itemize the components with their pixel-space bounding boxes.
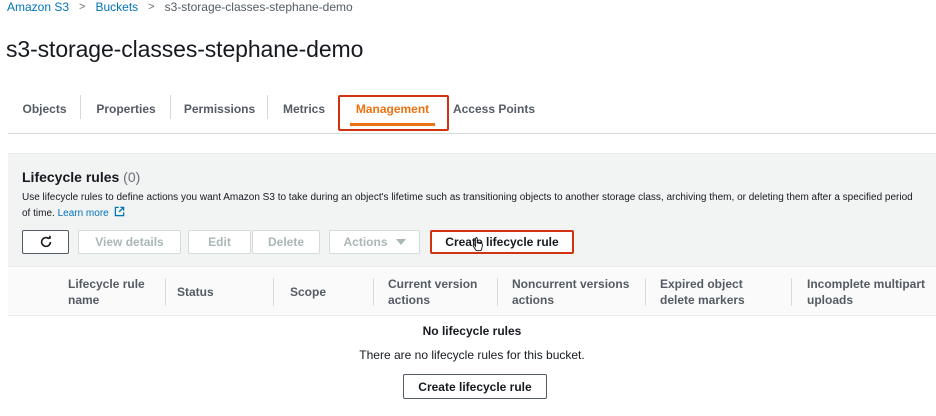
tab-properties-label: Properties <box>96 102 156 116</box>
column-header-rule-name[interactable]: Lifecycle rule name <box>68 276 145 308</box>
breadcrumb-amazon-s3[interactable]: Amazon S3 <box>7 0 69 14</box>
tab-bar: Objects Properties Permissions Metrics M… <box>8 90 936 134</box>
chevron-right-icon: > <box>148 1 155 13</box>
column-divider <box>497 278 498 306</box>
column-divider <box>165 278 166 306</box>
lifecycle-rules-table-header: Lifecycle rule name Status Scope Current … <box>8 266 936 316</box>
tab-metrics[interactable]: Metrics <box>268 90 340 124</box>
breadcrumb-current: s3-storage-classes-stephane-demo <box>164 0 353 14</box>
chevron-right-icon: > <box>79 1 86 13</box>
column-line: name <box>68 293 100 307</box>
edit-label: Edit <box>208 235 231 249</box>
column-header-scope[interactable]: Scope <box>290 284 326 300</box>
lifecycle-rules-description: Use lifecycle rules to define actions yo… <box>22 190 917 222</box>
tab-permissions[interactable]: Permissions <box>171 90 268 124</box>
breadcrumb-buckets[interactable]: Buckets <box>95 0 138 14</box>
page-title: s3-storage-classes-stephane-demo <box>6 36 364 62</box>
column-header-noncurrent-versions-actions[interactable]: Noncurrent versions actions <box>512 276 629 308</box>
column-divider <box>791 278 792 306</box>
column-divider <box>373 278 374 306</box>
column-line: uploads <box>807 293 854 307</box>
delete-button[interactable]: Delete <box>252 230 320 254</box>
column-line: Incomplete multipart <box>807 277 926 291</box>
column-line: actions <box>388 293 431 307</box>
actions-dropdown[interactable]: Actions <box>329 230 420 254</box>
caret-down-icon <box>395 239 406 245</box>
description-text: Use lifecycle rules to define actions yo… <box>22 192 913 219</box>
tab-objects-label: Objects <box>22 102 67 116</box>
column-header-incomplete-multipart-uploads[interactable]: Incomplete multipart uploads <box>807 276 925 308</box>
column-header-expired-object-delete-markers[interactable]: Expired object delete markers <box>660 276 745 308</box>
tab-objects[interactable]: Objects <box>8 90 81 124</box>
tab-access-points-label: Access Points <box>452 102 536 116</box>
column-line: Current version <box>388 277 478 291</box>
lifecycle-rules-heading: Lifecycle rules <box>22 169 120 185</box>
create-lifecycle-rule-button[interactable]: Create lifecycle rule <box>430 230 574 254</box>
active-tab-indicator <box>350 123 435 126</box>
tab-metrics-label: Metrics <box>282 102 326 116</box>
column-divider <box>645 278 646 306</box>
refresh-button[interactable] <box>22 230 69 254</box>
breadcrumb: Amazon S3 > Buckets > s3-storage-classes… <box>7 0 353 14</box>
empty-create-lifecycle-rule-label: Create lifecycle rule <box>418 379 532 394</box>
external-link-icon <box>114 206 124 217</box>
delete-label: Delete <box>267 235 305 249</box>
column-line: Noncurrent versions <box>512 277 630 291</box>
empty-state-title: No lifecycle rules <box>422 324 522 338</box>
column-line: Lifecycle rule <box>68 277 145 291</box>
tab-access-points[interactable]: Access Points <box>445 90 543 124</box>
lifecycle-rules-title: Lifecycle rules (0) <box>22 169 140 185</box>
view-details-button[interactable]: View details <box>78 230 181 254</box>
empty-state: No lifecycle rules There are no lifecycl… <box>8 316 936 416</box>
column-line: delete markers <box>660 293 745 307</box>
column-header-current-version-actions[interactable]: Current version actions <box>388 276 477 308</box>
mouse-pointer-icon <box>472 237 483 252</box>
empty-state-description: There are no lifecycle rules for this bu… <box>359 348 585 362</box>
lifecycle-rules-count: (0) <box>123 169 141 185</box>
column-divider <box>273 278 274 306</box>
column-line: Scope <box>290 285 327 299</box>
learn-more-link[interactable]: Learn more <box>58 208 109 219</box>
column-line: actions <box>512 293 555 307</box>
tab-permissions-label: Permissions <box>183 102 256 116</box>
tab-management[interactable]: Management <box>340 90 445 126</box>
column-line: Status <box>177 285 214 299</box>
view-details-label: View details <box>95 235 164 249</box>
tab-management-label: Management <box>355 102 430 116</box>
column-header-status[interactable]: Status <box>177 284 214 300</box>
column-line: Expired object <box>660 277 743 291</box>
tab-properties[interactable]: Properties <box>81 90 171 124</box>
edit-button[interactable]: Edit <box>188 230 251 254</box>
empty-create-lifecycle-rule-button[interactable]: Create lifecycle rule <box>403 374 547 399</box>
create-lifecycle-rule-label: Create lifecycle rule <box>445 235 559 249</box>
actions-label: Actions <box>343 235 388 249</box>
refresh-icon <box>40 235 51 248</box>
